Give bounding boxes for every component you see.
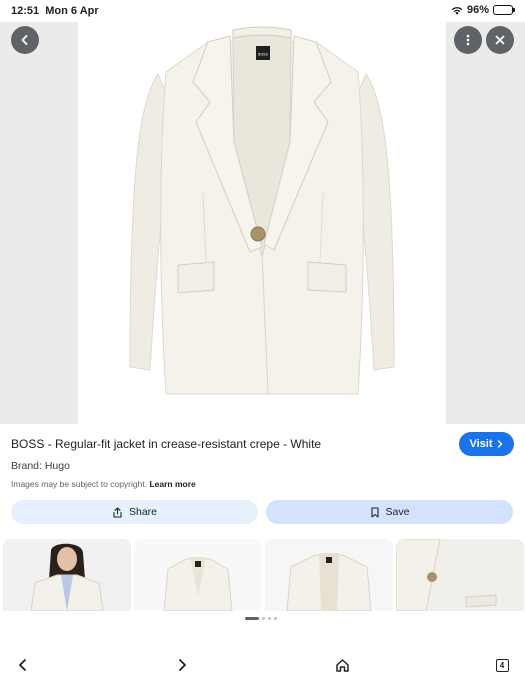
visit-button[interactable]: Visit xyxy=(459,432,514,456)
model-photo xyxy=(3,539,131,611)
nav-home-button[interactable] xyxy=(330,653,354,677)
chevron-left-icon xyxy=(19,659,26,671)
share-icon xyxy=(113,506,122,518)
copyright-text: Images may be subject to copyright. xyxy=(11,479,148,489)
more-options-button[interactable] xyxy=(454,26,482,54)
brand-text: Brand: Hugo xyxy=(11,460,70,472)
chevron-right-icon xyxy=(179,659,186,671)
clock: 12:51 xyxy=(11,5,40,17)
status-time: 12:51 Mon 6 Apr xyxy=(11,5,99,17)
save-button[interactable]: Save xyxy=(266,500,513,524)
related-image[interactable] xyxy=(134,539,262,611)
jacket-illustration: BOSS xyxy=(129,26,395,395)
learn-more-link[interactable]: Learn more xyxy=(149,479,195,489)
pagination-dots xyxy=(245,617,277,620)
tabs-count: 4 xyxy=(495,658,509,672)
status-bar: 12:51 Mon 6 Apr 96% xyxy=(0,0,525,22)
visit-label: Visit xyxy=(469,438,493,450)
jacket-label: BOSS xyxy=(258,53,268,57)
more-vertical-icon xyxy=(466,34,470,46)
nav-tabs-button[interactable]: 4 xyxy=(490,653,514,677)
page-dot xyxy=(268,617,271,620)
nav-forward-button[interactable] xyxy=(170,653,194,677)
copyright-notice: Images may be subject to copyright. Lear… xyxy=(11,479,196,489)
page-dot-active xyxy=(245,617,259,620)
date: Mon 6 Apr xyxy=(45,5,99,17)
save-label: Save xyxy=(385,506,410,518)
blazer-open-photo xyxy=(265,539,393,611)
share-label: Share xyxy=(128,506,158,518)
close-icon xyxy=(495,35,505,45)
back-button[interactable] xyxy=(11,26,39,54)
blazer-detail-photo xyxy=(396,539,524,611)
page-dot xyxy=(274,617,277,620)
close-button[interactable] xyxy=(486,26,514,54)
page-dot xyxy=(262,617,265,620)
hero-image-viewer[interactable]: BOSS xyxy=(0,22,525,424)
chevron-left-icon xyxy=(21,35,28,45)
related-image[interactable] xyxy=(396,539,524,611)
bottom-navigation: 4 xyxy=(0,645,525,685)
battery-percent: 96% xyxy=(466,4,489,16)
product-title[interactable]: BOSS - Regular-fit jacket in crease-resi… xyxy=(11,437,321,451)
related-image[interactable] xyxy=(3,539,131,611)
nav-back-button[interactable] xyxy=(11,653,35,677)
product-photo: BOSS xyxy=(78,22,446,424)
bookmark-icon xyxy=(370,506,379,518)
chevron-right-icon xyxy=(497,440,503,448)
battery-icon xyxy=(493,5,515,15)
share-button[interactable]: Share xyxy=(11,500,258,524)
related-image[interactable] xyxy=(265,539,393,611)
related-images xyxy=(0,539,525,611)
blazer-front-photo xyxy=(134,539,262,611)
wifi-icon xyxy=(451,6,463,15)
status-indicators: 96% xyxy=(451,4,515,16)
home-icon xyxy=(335,658,349,672)
